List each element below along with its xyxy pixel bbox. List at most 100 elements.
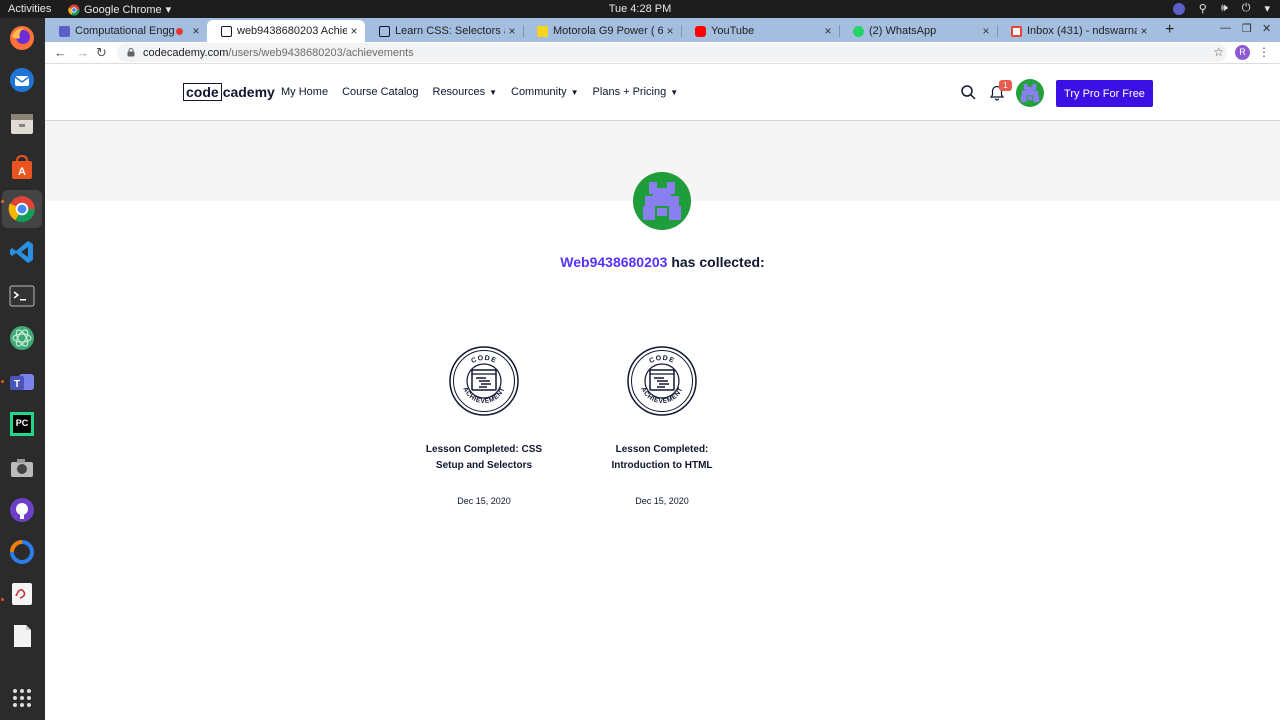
camera-icon[interactable] bbox=[6, 452, 38, 484]
back-arrow-icon[interactable]: ← bbox=[54, 45, 67, 60]
youtube-favicon-icon bbox=[695, 25, 706, 37]
page-content: code cademy My Home Course Catalog Resour… bbox=[45, 65, 1280, 720]
thunderbird-icon[interactable] bbox=[6, 64, 38, 96]
codecademy-favicon-icon bbox=[379, 25, 390, 37]
teams-favicon-icon bbox=[59, 25, 70, 37]
software-store-icon[interactable]: A bbox=[6, 152, 38, 184]
whatsapp-favicon-icon bbox=[853, 25, 864, 37]
close-tab-icon[interactable]: × bbox=[663, 24, 677, 38]
restore-icon[interactable]: ❐ bbox=[1242, 22, 1252, 35]
tab-computational-engg[interactable]: Computational Engg A × bbox=[45, 20, 207, 42]
url-host: codecademy.com bbox=[143, 46, 229, 59]
close-tab-icon[interactable]: × bbox=[821, 24, 835, 38]
dock: A T PC bbox=[0, 18, 45, 720]
toolbar: ← → ↻ codecademy.com/users/web9438680203… bbox=[45, 42, 1280, 64]
nav-plans-pricing[interactable]: Plans + Pricing ▼ bbox=[593, 86, 679, 98]
search-icon[interactable] bbox=[961, 85, 976, 100]
pycharm-icon[interactable]: PC bbox=[6, 408, 38, 440]
firefox-icon[interactable] bbox=[6, 22, 38, 54]
vscode-icon[interactable] bbox=[6, 236, 38, 268]
codecademy-favicon-icon bbox=[221, 25, 232, 37]
sync-icon[interactable] bbox=[6, 536, 38, 568]
chrome-icon bbox=[68, 4, 80, 16]
site-header: code cademy My Home Course Catalog Resour… bbox=[45, 65, 1280, 121]
menu-kebab-icon[interactable]: ⋮ bbox=[1258, 45, 1270, 59]
clock[interactable]: Tue 4:28 PM bbox=[609, 3, 672, 15]
nav-community[interactable]: Community ▼ bbox=[511, 86, 579, 98]
teams-icon[interactable]: T bbox=[6, 366, 38, 398]
nav-resources[interactable]: Resources ▼ bbox=[433, 86, 498, 98]
achievement-title-line2: Introduction to HTML bbox=[611, 460, 713, 471]
tab-inbox[interactable]: Inbox (431) - ndswarnalat × bbox=[997, 20, 1155, 42]
bookmark-star-icon[interactable]: ☆ bbox=[1213, 45, 1224, 59]
tab-youtube[interactable]: YouTube × bbox=[681, 20, 839, 42]
files-icon[interactable] bbox=[6, 108, 38, 140]
system-top-bar: Activities Google Chrome ▾ Tue 4:28 PM ⚲… bbox=[0, 0, 1280, 18]
achievement-card[interactable]: CODE ACHIEVEMENT Lesson Completed: CSS S… bbox=[414, 346, 554, 506]
tab-motorola[interactable]: Motorola G9 Power ( 64 G × bbox=[523, 20, 681, 42]
achievement-title-line1: Lesson Completed: CSS bbox=[425, 444, 543, 455]
flipkart-favicon-icon bbox=[537, 25, 548, 37]
forward-arrow-icon[interactable]: → bbox=[76, 45, 89, 60]
notification-count-badge: 1 bbox=[999, 80, 1012, 91]
username-link[interactable]: Web9438680203 bbox=[560, 254, 667, 270]
teams-tray-icon[interactable] bbox=[1172, 2, 1185, 15]
close-tab-icon[interactable]: × bbox=[189, 24, 203, 38]
nav-course-catalog[interactable]: Course Catalog bbox=[342, 86, 418, 98]
tab-achievements[interactable]: web9438680203 Achieven × bbox=[207, 20, 365, 42]
achievement-title-line1: Lesson Completed: bbox=[615, 444, 709, 455]
avatar-pattern-icon bbox=[643, 182, 681, 220]
try-pro-button[interactable]: Try Pro For Free bbox=[1056, 80, 1153, 107]
achievement-card[interactable]: CODE ACHIEVEMENT Lesson Completed: Intro… bbox=[592, 346, 732, 506]
collected-heading: Web9438680203 has collected: bbox=[560, 254, 765, 270]
chevron-down-icon[interactable]: ▾ bbox=[1264, 2, 1270, 15]
avatar-pattern-icon bbox=[1020, 83, 1040, 103]
close-tab-icon[interactable]: × bbox=[347, 24, 361, 38]
app-name: Google Chrome bbox=[84, 3, 162, 16]
lock-icon bbox=[127, 48, 135, 57]
caret-down-icon: ▼ bbox=[489, 87, 497, 97]
tab-whatsapp[interactable]: (2) WhatsApp × bbox=[839, 20, 997, 42]
volume-icon[interactable]: 🕪 bbox=[1221, 2, 1228, 15]
text-editor-icon[interactable] bbox=[6, 578, 38, 610]
achievement-date: Dec 15, 2020 bbox=[635, 496, 689, 506]
github-icon[interactable] bbox=[6, 494, 38, 526]
new-tab-button[interactable]: + bbox=[1165, 21, 1174, 39]
codecademy-logo[interactable]: code cademy bbox=[183, 83, 275, 101]
code-achievement-badge-icon: CODE ACHIEVEMENT bbox=[449, 346, 519, 416]
close-tab-icon[interactable]: × bbox=[505, 24, 519, 38]
tab-learn-css[interactable]: Learn CSS: Selectors and × bbox=[365, 20, 523, 42]
user-avatar[interactable] bbox=[1016, 79, 1044, 107]
svg-text:A: A bbox=[18, 166, 26, 178]
svg-text:T: T bbox=[14, 379, 20, 390]
achievement-date: Dec 15, 2020 bbox=[457, 496, 511, 506]
atom-icon[interactable] bbox=[6, 322, 38, 354]
achievement-title-line2: Setup and Selectors bbox=[435, 460, 533, 471]
reload-icon[interactable]: ↻ bbox=[96, 45, 107, 61]
tab-strip: Computational Engg A × web9438680203 Ach… bbox=[45, 18, 1280, 42]
document-icon[interactable] bbox=[6, 620, 38, 652]
minimize-icon[interactable]: — bbox=[1220, 22, 1231, 34]
chevron-down-icon: ▾ bbox=[165, 4, 172, 16]
nav-my-home[interactable]: My Home bbox=[281, 86, 328, 98]
activities-button[interactable]: Activities bbox=[8, 3, 51, 15]
gmail-favicon-icon bbox=[1011, 25, 1022, 37]
close-tab-icon[interactable]: × bbox=[1137, 24, 1151, 38]
url-path: /users/web9438680203/achievements bbox=[228, 46, 414, 59]
close-tab-icon[interactable]: × bbox=[979, 24, 993, 38]
caret-down-icon: ▼ bbox=[570, 87, 579, 97]
app-menu[interactable]: Google Chrome ▾ bbox=[68, 3, 171, 16]
power-icon[interactable]: ⏻ bbox=[1242, 2, 1251, 15]
close-window-icon[interactable]: ✕ bbox=[1262, 22, 1271, 35]
wifi-icon[interactable]: ⚲ bbox=[1199, 2, 1207, 15]
profile-avatar-large bbox=[633, 172, 691, 230]
caret-down-icon: ▼ bbox=[670, 87, 679, 97]
profile-avatar[interactable]: R bbox=[1235, 45, 1250, 60]
terminal-icon[interactable] bbox=[6, 280, 38, 312]
app-grid-icon[interactable] bbox=[6, 682, 38, 714]
chrome-dock-icon[interactable] bbox=[2, 190, 42, 228]
main-nav: My Home Course Catalog Resources ▼ Commun… bbox=[281, 86, 692, 98]
recording-icon bbox=[176, 27, 183, 35]
svg-text:PC: PC bbox=[16, 418, 29, 428]
address-bar[interactable]: codecademy.com/users/web9438680203/achie… bbox=[117, 43, 1227, 62]
